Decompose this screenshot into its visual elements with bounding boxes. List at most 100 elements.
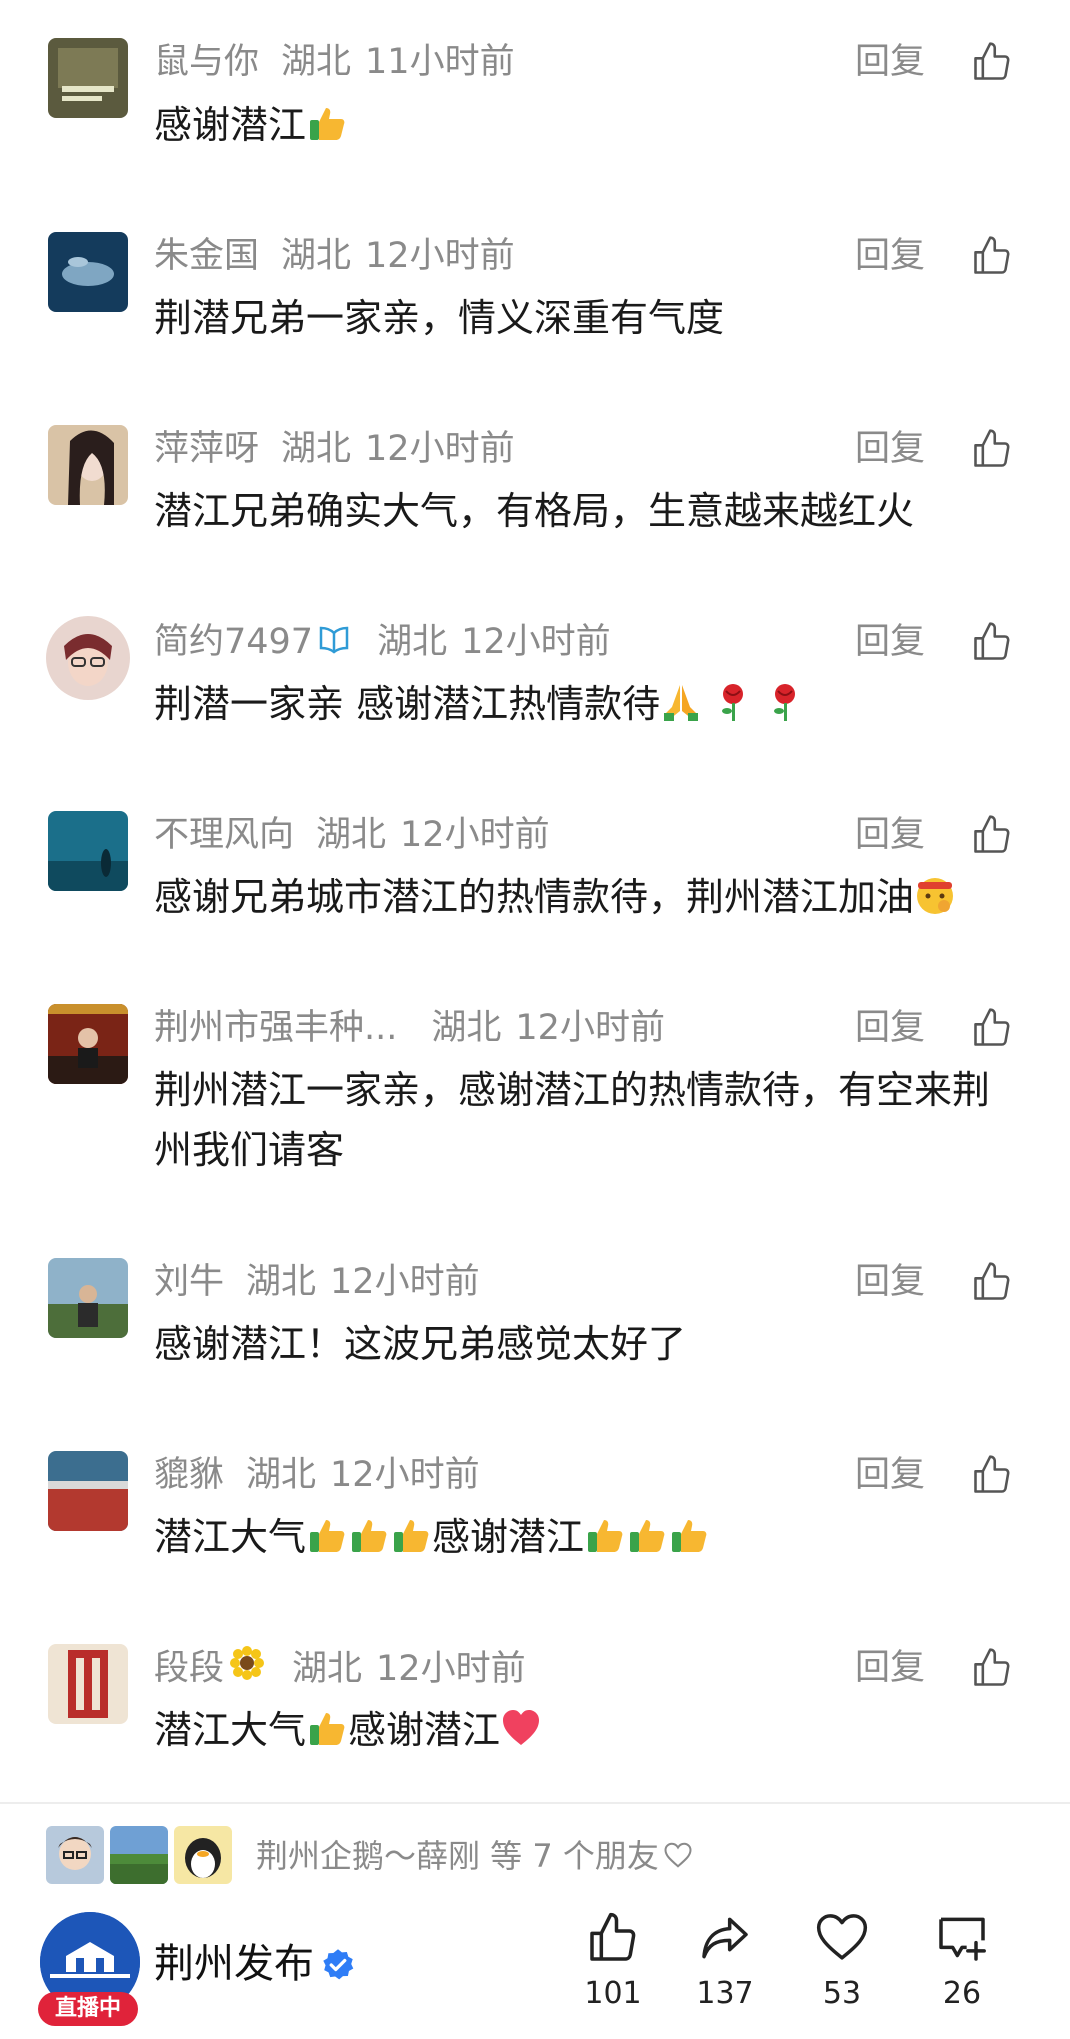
friend-avatar bbox=[46, 1826, 104, 1884]
user-avatar[interactable] bbox=[46, 616, 130, 700]
location: 湖北 bbox=[246, 1262, 317, 1302]
like-icon[interactable] bbox=[970, 1453, 1014, 1497]
comment-body: 感谢潜江 bbox=[154, 103, 307, 147]
comment-text: 荆潜一家亲 感谢潜江热情款待 bbox=[154, 674, 1024, 734]
comment-text: 感谢潜江 bbox=[154, 95, 1024, 155]
timestamp: 11小时前 bbox=[365, 42, 515, 82]
favorite-count: 53 bbox=[822, 1976, 862, 2011]
thumbs-up-icon bbox=[390, 1513, 432, 1555]
user-avatar[interactable] bbox=[48, 38, 128, 118]
comment-meta: 荆州市强丰种... 湖北 12小时前 bbox=[154, 1004, 665, 1052]
heart-outline-icon bbox=[663, 1833, 693, 1883]
reply-button[interactable]: 回复 bbox=[855, 1258, 925, 1306]
reply-button[interactable]: 回复 bbox=[855, 1004, 925, 1052]
friends-liked-text: 荆州企鹅～薛刚 等 7 个朋友 bbox=[256, 1831, 693, 1881]
share-count: 137 bbox=[696, 1976, 754, 2011]
favorite-action[interactable]: 53 bbox=[797, 1910, 887, 2014]
like-icon[interactable] bbox=[970, 620, 1014, 664]
like-icon[interactable] bbox=[970, 1646, 1014, 1690]
user-avatar[interactable] bbox=[48, 1004, 128, 1084]
fighting-emoji-icon bbox=[914, 873, 956, 915]
location: 湖北 bbox=[281, 42, 352, 82]
reply-button[interactable]: 回复 bbox=[855, 1451, 925, 1499]
thumbs-up-icon bbox=[306, 101, 348, 143]
username[interactable]: 刘牛 bbox=[154, 1262, 224, 1302]
like-icon[interactable] bbox=[970, 1260, 1014, 1304]
friend-avatar bbox=[174, 1826, 232, 1884]
like-action[interactable]: 101 bbox=[568, 1910, 658, 2014]
account-name-label[interactable]: 荆州发布 bbox=[154, 1941, 314, 1987]
location: 湖北 bbox=[377, 622, 448, 662]
like-icon[interactable] bbox=[970, 234, 1014, 278]
like-icon[interactable] bbox=[970, 40, 1014, 84]
timestamp: 12小时前 bbox=[515, 1008, 665, 1048]
user-avatar[interactable] bbox=[48, 425, 128, 505]
like-count: 101 bbox=[584, 1976, 642, 2011]
comment-body: 潜江大气 bbox=[154, 1515, 307, 1559]
location: 湖北 bbox=[246, 1455, 317, 1495]
like-icon[interactable] bbox=[970, 427, 1014, 471]
thumbs-up-icon bbox=[306, 1513, 348, 1555]
rose-icon bbox=[712, 680, 754, 722]
user-avatar[interactable] bbox=[48, 1644, 128, 1724]
timestamp: 12小时前 bbox=[400, 815, 550, 855]
comment-body: 潜江大气 bbox=[154, 1708, 307, 1752]
username[interactable]: 貔貅 bbox=[154, 1455, 224, 1495]
comment-text: 潜江兄弟确实大气，有格局，生意越来越红火 bbox=[154, 489, 915, 533]
reply-button[interactable]: 回复 bbox=[855, 232, 925, 280]
reply-button[interactable]: 回复 bbox=[855, 425, 925, 473]
reply-button[interactable]: 回复 bbox=[855, 811, 925, 859]
thumbs-up-icon bbox=[626, 1513, 668, 1555]
heart-emoji-icon bbox=[500, 1706, 542, 1748]
share-action[interactable]: 137 bbox=[680, 1910, 770, 2014]
location: 湖北 bbox=[316, 815, 387, 855]
location: 湖北 bbox=[292, 1648, 363, 1689]
timestamp: 12小时前 bbox=[330, 1262, 480, 1302]
share-icon bbox=[702, 1917, 748, 1959]
comment-body: 感谢潜江 bbox=[348, 1708, 501, 1752]
divider bbox=[0, 1802, 1070, 1804]
thumbs-up-icon bbox=[584, 1513, 626, 1555]
user-avatar[interactable] bbox=[48, 811, 128, 891]
comment-add-icon bbox=[939, 1917, 986, 1961]
username[interactable]: 不理风向 bbox=[154, 815, 294, 855]
heart-icon bbox=[816, 1914, 868, 1960]
verified-badge-icon bbox=[317, 619, 351, 667]
location: 湖北 bbox=[281, 429, 352, 469]
username[interactable]: 简约7497 bbox=[154, 622, 313, 662]
comment-text: 感谢潜江！这波兄弟感觉太好了 bbox=[154, 1322, 687, 1366]
like-icon[interactable] bbox=[970, 813, 1014, 857]
username[interactable]: 鼠与你 bbox=[154, 42, 259, 82]
account-name[interactable]: 荆州发布 bbox=[154, 1936, 356, 1998]
rose-icon bbox=[764, 680, 806, 722]
comment-body: 感谢潜江 bbox=[432, 1515, 585, 1559]
comment-text: 荆潜兄弟一家亲，情义深重有气度 bbox=[154, 296, 725, 340]
timestamp: 12小时前 bbox=[365, 236, 515, 276]
comment-body: 感谢兄弟城市潜江的热情款待，荆州潜江加油 bbox=[154, 875, 915, 919]
username[interactable]: 段段 bbox=[154, 1649, 224, 1689]
reply-button[interactable]: 回复 bbox=[855, 618, 925, 666]
thumbs-up-icon bbox=[668, 1513, 710, 1555]
user-avatar[interactable] bbox=[48, 1451, 128, 1531]
timestamp: 12小时前 bbox=[365, 429, 515, 469]
reply-button[interactable]: 回复 bbox=[855, 38, 925, 86]
comment-meta: 不理风向 湖北 12小时前 bbox=[154, 811, 550, 859]
username[interactable]: 荆州市强丰种... bbox=[154, 1008, 397, 1048]
comment-meta: 朱金国 湖北 12小时前 bbox=[154, 232, 515, 280]
username[interactable]: 朱金国 bbox=[154, 236, 259, 276]
comment-meta: 简约7497 湖北 12小时前 bbox=[154, 618, 611, 666]
like-icon[interactable] bbox=[970, 1006, 1014, 1050]
reply-button[interactable]: 回复 bbox=[855, 1644, 925, 1692]
comment-action[interactable]: 26 bbox=[917, 1910, 1007, 2014]
thumbs-up-icon bbox=[348, 1513, 390, 1555]
comment-meta: 貔貅 湖北 12小时前 bbox=[154, 1451, 480, 1499]
username[interactable]: 萍萍呀 bbox=[154, 429, 259, 469]
user-avatar[interactable] bbox=[48, 1258, 128, 1338]
friends-liked-label: 荆州企鹅～薛刚 等 7 个朋友 bbox=[256, 1837, 659, 1875]
bottom-action-bar: 直播中 荆州发布 101 137 53 26 bbox=[0, 1900, 1070, 2039]
comment-meta: 鼠与你 湖北 11小时前 bbox=[154, 38, 515, 86]
friends-liked-bar[interactable]: 荆州企鹅～薛刚 等 7 个朋友 bbox=[0, 1826, 1070, 1890]
live-badge[interactable]: 直播中 bbox=[38, 1992, 138, 2026]
user-avatar[interactable] bbox=[48, 232, 128, 312]
verified-icon bbox=[320, 1942, 356, 1998]
